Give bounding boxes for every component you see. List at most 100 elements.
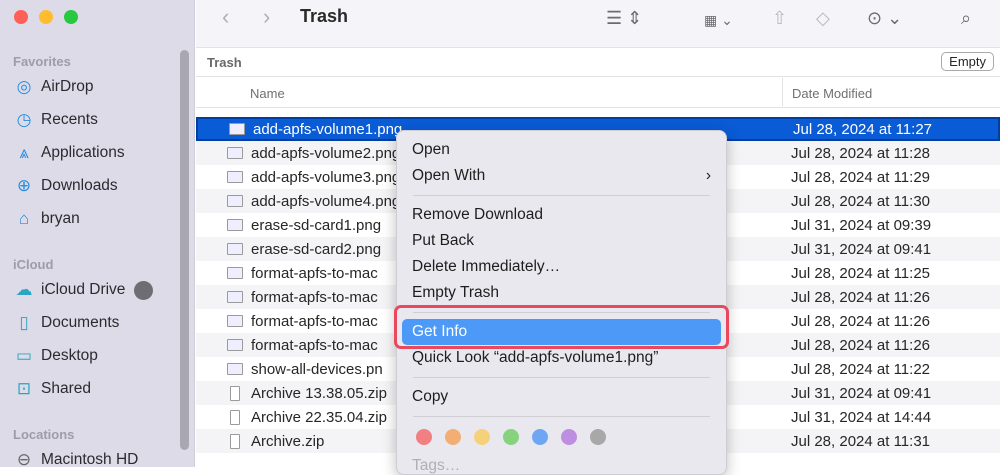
zoom-button[interactable] [64, 10, 78, 24]
file-date: Jul 28, 2024 at 11:25 [791, 264, 930, 282]
sidebar-item-applications[interactable]: ⩓ Applications [14, 140, 124, 166]
zip-file-icon [230, 433, 240, 449]
file-date: Jul 31, 2024 at 09:41 [791, 384, 932, 402]
menu-item-open[interactable]: Open [412, 141, 450, 159]
sidebar-item-label: Recents [41, 111, 98, 128]
sidebar-item-label: bryan [41, 210, 80, 227]
file-name: add-apfs-volume3.png [251, 168, 401, 186]
zip-file-icon [230, 409, 240, 425]
menu-item-put-back[interactable]: Put Back [412, 232, 474, 250]
file-date: Jul 28, 2024 at 11:29 [791, 168, 930, 186]
file-date: Jul 28, 2024 at 11:28 [791, 144, 930, 162]
tag-color-dot[interactable] [503, 429, 519, 445]
sidebar-item-label: Documents [41, 314, 120, 331]
file-name: add-apfs-volume4.png [251, 192, 401, 210]
file-name: Archive 22.35.04.zip [251, 408, 387, 426]
desktop-icon: ▭ [15, 346, 33, 365]
folder-title: Trash [207, 55, 242, 70]
file-date: Jul 28, 2024 at 11:26 [791, 312, 930, 330]
file-name: format-apfs-to-mac [251, 312, 378, 330]
file-date: Jul 28, 2024 at 11:22 [791, 360, 930, 378]
sidebar-scrollbar[interactable] [180, 50, 189, 450]
menu-item-copy[interactable]: Copy [412, 388, 448, 406]
column-header: Name Date Modified [196, 78, 1000, 108]
search-icon[interactable]: ⌕ [961, 8, 971, 29]
file-name: format-apfs-to-mac [251, 336, 378, 354]
section-locations: Locations [13, 427, 75, 442]
image-file-icon [227, 315, 243, 327]
file-name: erase-sd-card1.png [251, 216, 382, 234]
menu-item-open-with[interactable]: Open With › [412, 167, 711, 185]
file-name: Archive.zip [251, 432, 325, 450]
sync-progress-icon [134, 280, 154, 300]
menu-divider [413, 377, 710, 378]
group-icon[interactable]: ▦ ⌄ [704, 12, 733, 29]
menu-divider [413, 195, 710, 196]
sidebar-item-label: Desktop [41, 347, 98, 364]
menu-item-empty-trash[interactable]: Empty Trash [412, 284, 499, 302]
list-view-icon[interactable]: ☰ ⇕ [606, 8, 642, 29]
close-button[interactable] [14, 10, 28, 24]
sidebar-item-desktop[interactable]: ▭ Desktop [14, 343, 98, 369]
chevron-right-icon: › [705, 167, 711, 184]
menu-item-delete-immediately[interactable]: Delete Immediately… [412, 258, 560, 276]
file-name: Archive 13.38.05.zip [251, 384, 387, 402]
tag-icon[interactable]: ◇ [816, 8, 830, 29]
menu-item-remove-download[interactable]: Remove Download [412, 206, 543, 224]
share-icon[interactable]: ⇧ [772, 8, 787, 29]
file-date: Jul 28, 2024 at 11:31 [791, 432, 930, 450]
image-file-icon [227, 363, 243, 375]
tag-color-dot[interactable] [445, 429, 461, 445]
sidebar-item-downloads[interactable]: ⊕ Downloads [14, 173, 118, 199]
more-icon[interactable]: ⊙ ⌄ [867, 8, 902, 29]
document-icon: ▯ [19, 313, 29, 332]
forward-icon[interactable]: › [263, 4, 270, 30]
sidebar-item-label: Downloads [41, 177, 118, 194]
menu-item-quick-look[interactable]: Quick Look “add-apfs-volume1.png” [412, 349, 658, 367]
home-icon: ⌂ [18, 209, 30, 228]
image-file-icon [227, 267, 243, 279]
sidebar-item-documents[interactable]: ▯ Documents [14, 310, 119, 336]
file-date: Jul 28, 2024 at 11:30 [791, 192, 930, 210]
column-name[interactable]: Name [250, 86, 285, 101]
menu-item-tags[interactable]: Tags… [412, 457, 460, 475]
sidebar-item-airdrop[interactable]: ◎ AirDrop [14, 74, 94, 100]
image-file-icon [229, 123, 245, 135]
applications-icon: ⩓ [19, 143, 29, 162]
tag-color-dot[interactable] [532, 429, 548, 445]
column-date-modified[interactable]: Date Modified [782, 78, 881, 106]
tag-color-dot[interactable] [561, 429, 577, 445]
image-file-icon [227, 243, 243, 255]
image-file-icon [227, 147, 243, 159]
path-bar: Trash Empty [196, 49, 1000, 77]
sidebar-item-bryan[interactable]: ⌂ bryan [14, 206, 80, 232]
image-file-icon [227, 291, 243, 303]
sidebar-item-shared[interactable]: ⊡ Shared [14, 376, 91, 402]
sidebar-item-icloud-drive[interactable]: ☁ iCloud Drive [14, 277, 154, 303]
tag-color-dot[interactable] [416, 429, 432, 445]
sidebar-item-macintosh-hd[interactable]: ⊖ Macintosh HD [14, 447, 138, 473]
file-date: Jul 31, 2024 at 14:44 [791, 408, 932, 426]
image-file-icon [227, 171, 243, 183]
section-favorites: Favorites [13, 54, 71, 69]
tag-color-dot[interactable] [474, 429, 490, 445]
empty-button[interactable]: Empty [941, 52, 994, 71]
tag-color-dot[interactable] [590, 429, 606, 445]
sidebar-item-recents[interactable]: ◷ Recents [14, 107, 98, 133]
download-icon: ⊕ [16, 176, 32, 195]
minimize-button[interactable] [39, 10, 53, 24]
section-icloud: iCloud [13, 257, 54, 272]
sidebar-item-label: Shared [41, 380, 91, 397]
shared-folder-icon: ⊡ [16, 379, 32, 398]
clock-icon: ◷ [16, 110, 32, 129]
back-icon[interactable]: ‹ [222, 4, 229, 30]
sidebar-item-label: Macintosh HD [41, 451, 139, 468]
zip-file-icon [230, 385, 240, 401]
sidebar: Favorites ◎ AirDrop ◷ Recents ⩓ Application… [0, 0, 195, 469]
cloud-icon: ☁ [15, 280, 33, 299]
sidebar-item-label: iCloud Drive [41, 281, 126, 298]
file-date: Jul 28, 2024 at 11:26 [791, 336, 930, 354]
file-name: erase-sd-card2.png [251, 240, 382, 258]
file-name: add-apfs-volume2.png [251, 144, 401, 162]
image-file-icon [227, 195, 243, 207]
